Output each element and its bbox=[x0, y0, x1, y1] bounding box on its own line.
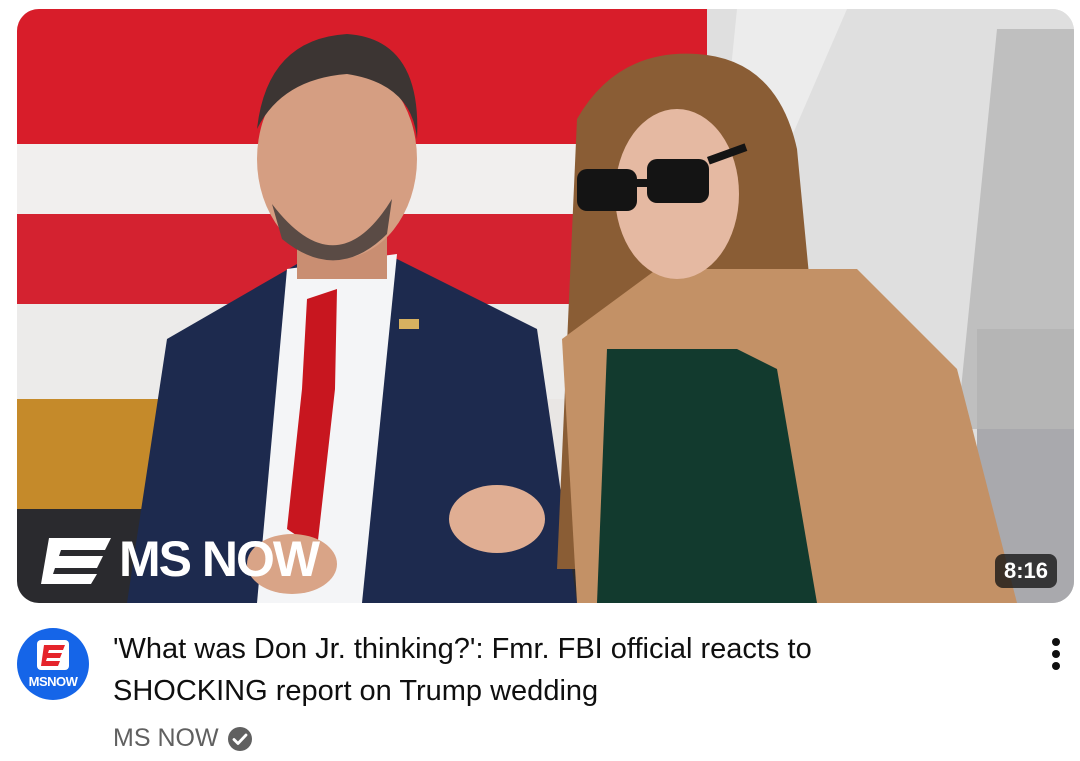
ms-now-logo-icon bbox=[41, 538, 111, 584]
channel-name[interactable]: MS NOW bbox=[113, 724, 219, 753]
thumbnail-image bbox=[17, 9, 1074, 603]
more-vert-icon bbox=[1052, 638, 1060, 670]
channel-avatar-text: MSNOW bbox=[28, 674, 78, 689]
video-details: MSNOW 'What was Don Jr. thinking?': Fmr.… bbox=[17, 620, 1074, 760]
verified-check-icon bbox=[227, 726, 252, 751]
duration-badge: 8:16 bbox=[994, 554, 1057, 588]
brand-watermark: MS NOW bbox=[41, 529, 320, 589]
video-thumbnail[interactable]: MS NOW 8:16 bbox=[17, 9, 1074, 603]
channel-info: MS NOW bbox=[113, 724, 253, 753]
video-card[interactable]: MS NOW 8:16 MSNOW 'What was Don Jr. thin… bbox=[0, 0, 1080, 761]
more-actions-button[interactable] bbox=[1038, 630, 1074, 678]
ms-now-logo-icon bbox=[37, 640, 69, 670]
brand-watermark-text: MS NOW bbox=[119, 531, 320, 587]
video-title[interactable]: 'What was Don Jr. thinking?': Fmr. FBI o… bbox=[113, 628, 973, 712]
channel-avatar[interactable]: MSNOW bbox=[17, 628, 89, 700]
